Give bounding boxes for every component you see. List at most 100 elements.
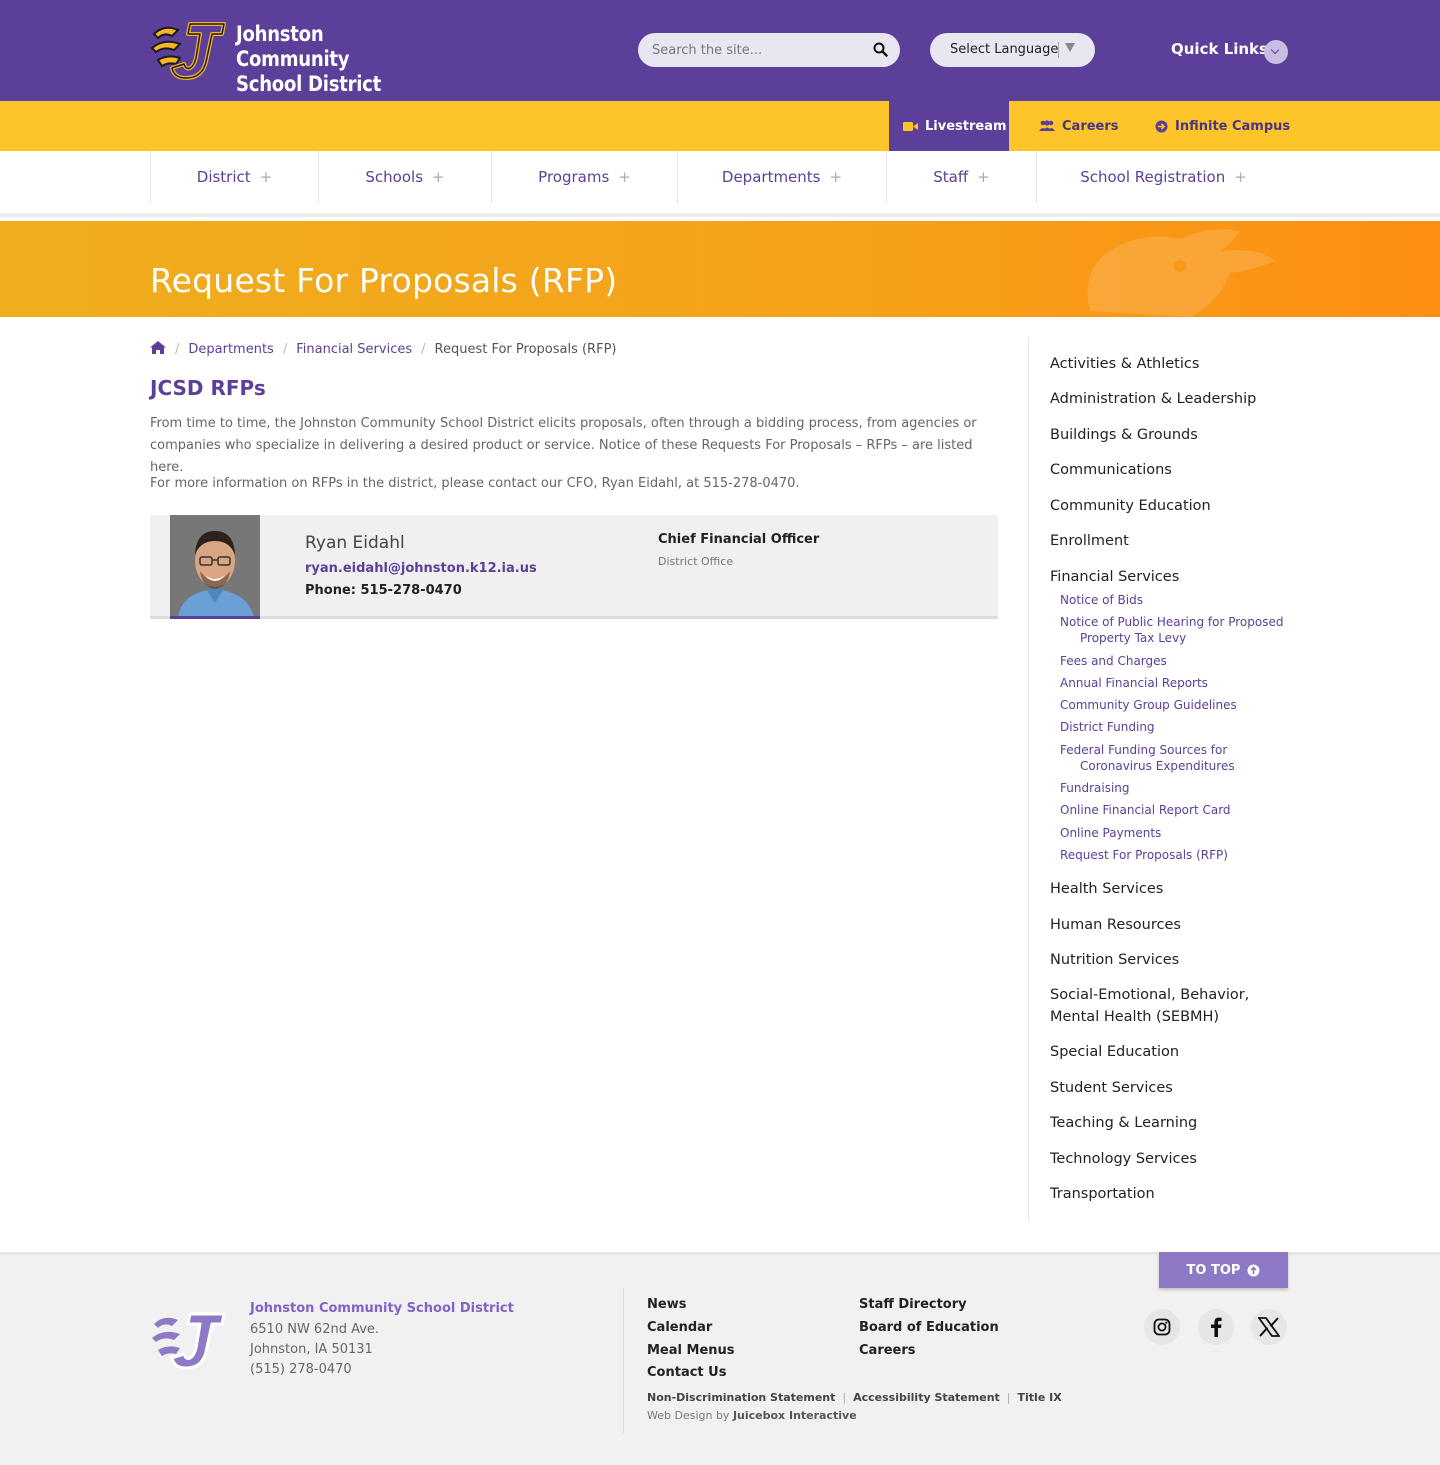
sidebar-item-nutrition-services[interactable]: Nutrition Services [1050, 949, 1295, 971]
staff-email-link[interactable]: ryan.eidahl@johnston.k12.ia.us [305, 561, 537, 576]
infinite-campus-link[interactable]: Infinite Campus [1155, 101, 1290, 151]
sidebar-item-human-resources[interactable]: Human Resources [1050, 914, 1295, 936]
sidebar-item-sebmh[interactable]: Social-Emotional, Behavior, Mental Healt… [1050, 984, 1295, 1028]
sidebar-item-transportation[interactable]: Transportation [1050, 1183, 1295, 1205]
nav-item-schools[interactable]: Schools + [318, 151, 491, 203]
search-input[interactable] [652, 40, 867, 60]
sidebar-item-enrollment[interactable]: Enrollment [1050, 530, 1295, 552]
subitem-line: Notice of Public Hearing for Proposed [1060, 615, 1284, 629]
footer-link-meal-menus[interactable]: Meal Menus [647, 1343, 735, 1358]
sidebar-item-technology-services[interactable]: Technology Services [1050, 1148, 1295, 1170]
subitem-line: Fees and Charges [1060, 654, 1167, 668]
sidebar-subitem-federal-funding[interactable]: Federal Funding Sources for Coronavirus E… [1060, 742, 1290, 774]
nav-item-programs[interactable]: Programs + [491, 151, 677, 203]
credit-prefix: Web Design by [647, 1409, 730, 1422]
sidebar-item-administration-leadership[interactable]: Administration & Leadership [1050, 388, 1295, 410]
footer-phone[interactable]: (515) 278-0470 [250, 1362, 352, 1377]
main-nav: District + Schools + Programs + Departments… [0, 151, 1440, 217]
subitem-line: Federal Funding Sources for [1060, 743, 1228, 757]
nav-item-school-registration[interactable]: School Registration + [1036, 151, 1290, 203]
sidebar-nav: Activities & Athletics Administration & … [1028, 337, 1290, 1221]
nav-item-departments[interactable]: Departments + [677, 151, 886, 203]
footer-link-news[interactable]: News [647, 1297, 686, 1312]
sidebar-item-activities-athletics[interactable]: Activities & Athletics [1050, 353, 1295, 375]
sidebar-item-teaching-learning[interactable]: Teaching & Learning [1050, 1112, 1295, 1134]
subitem-line: District Funding [1060, 720, 1155, 734]
breadcrumb-departments[interactable]: Departments [188, 342, 273, 357]
legal-link-non-discrimination[interactable]: Non-Discrimination Statement [647, 1391, 835, 1404]
to-top-button[interactable]: TO TOP [1159, 1252, 1288, 1288]
infinite-campus-label: Infinite Campus [1175, 118, 1291, 134]
subitem-line: Annual Financial Reports [1060, 676, 1208, 690]
footer-link-careers[interactable]: Careers [859, 1343, 916, 1358]
facebook-icon[interactable] [1198, 1309, 1234, 1345]
sidebar-item-financial-services[interactable]: Financial Services [1050, 566, 1295, 588]
footer-link-staff-directory[interactable]: Staff Directory [859, 1297, 967, 1312]
breadcrumb: / Departments / Financial Services / Req… [150, 341, 616, 358]
plus-icon: + [259, 168, 273, 186]
district-logo[interactable]: Johnston Community School District [150, 20, 420, 96]
home-icon[interactable] [150, 341, 166, 358]
footer-link-calendar[interactable]: Calendar [647, 1320, 712, 1335]
subitem-line: Community Group Guidelines [1060, 698, 1237, 712]
sidebar-item-community-education[interactable]: Community Education [1050, 495, 1295, 517]
footer-link-contact-us[interactable]: Contact Us [647, 1365, 726, 1380]
nav-label: Staff [933, 168, 969, 186]
sidebar-subitem-fees-charges[interactable]: Fees and Charges [1060, 653, 1290, 669]
quick-links-label[interactable]: Quick Links [1171, 40, 1268, 58]
sidebar-item-special-education[interactable]: Special Education [1050, 1041, 1295, 1063]
breadcrumb-separator: / [282, 342, 288, 357]
plus-icon: + [977, 168, 990, 186]
careers-link[interactable]: Careers [1039, 101, 1119, 151]
instagram-icon[interactable] [1144, 1309, 1180, 1345]
sidebar-subitem-annual-financial-reports[interactable]: Annual Financial Reports [1060, 675, 1290, 691]
site-search [638, 33, 900, 67]
breadcrumb-financial-services[interactable]: Financial Services [296, 342, 412, 357]
sidebar-subitem-online-financial-report-card[interactable]: Online Financial Report Card [1060, 802, 1290, 818]
sidebar-subitem-online-payments[interactable]: Online Payments [1060, 825, 1290, 841]
sidebar-item-buildings-grounds[interactable]: Buildings & Grounds [1050, 424, 1295, 446]
subitem-line: Fundraising [1060, 781, 1130, 795]
sidebar-item-student-services[interactable]: Student Services [1050, 1077, 1295, 1099]
nav-item-staff[interactable]: Staff + [886, 151, 1036, 203]
sidebar-subitem-rfp[interactable]: Request For Proposals (RFP) [1060, 847, 1290, 863]
footer-logo[interactable] [150, 1308, 230, 1376]
chevron-down-icon[interactable] [1264, 40, 1288, 64]
staff-phone-link[interactable]: 515-278-0470 [361, 583, 462, 598]
subitem-line: Notice of Bids [1060, 593, 1143, 607]
footer-org-name[interactable]: Johnston Community School District [250, 1301, 514, 1316]
nav-item-district[interactable]: District + [150, 151, 318, 203]
sidebar-item-communications[interactable]: Communications [1050, 459, 1295, 481]
careers-label: Careers [1062, 118, 1119, 134]
credit-link[interactable]: Juicebox Interactive [733, 1409, 857, 1422]
legal-link-accessibility[interactable]: Accessibility Statement [853, 1391, 1000, 1404]
mascot-watermark-icon [1087, 229, 1275, 317]
legal-separator: | [842, 1391, 847, 1404]
dropdown-arrow-icon [1065, 43, 1075, 52]
legal-link-title-ix[interactable]: Title IX [1018, 1391, 1062, 1404]
livestream-link[interactable]: Livestream [889, 101, 1009, 151]
staff-name: Ryan Eidahl [305, 533, 405, 553]
sidebar-subitem-public-hearing[interactable]: Notice of Public Hearing for Proposed Pro… [1060, 614, 1290, 646]
video-camera-icon [903, 121, 918, 131]
language-select[interactable]: Select Language [930, 33, 1095, 67]
sidebar-subitem-notice-of-bids[interactable]: Notice of Bids [1060, 592, 1290, 608]
sidebar-item-health-services[interactable]: Health Services [1050, 878, 1295, 900]
x-icon[interactable] [1251, 1309, 1287, 1345]
phone-label: Phone: [305, 583, 356, 598]
subitem-line: Online Payments [1060, 826, 1162, 840]
language-select-label: Select Language [950, 42, 1059, 57]
staff-contact-card: Ryan Eidahl ryan.eidahl@johnston.k12.ia.… [150, 515, 998, 619]
sidebar-subitem-fundraising[interactable]: Fundraising [1060, 780, 1290, 796]
breadcrumb-current: Request For Proposals (RFP) [434, 342, 617, 357]
flaming-j-logo-icon [152, 1312, 226, 1370]
subitem-line-wrap: Coronavirus Expenditures [1080, 759, 1235, 773]
arrow-circle-up-icon [1247, 1264, 1260, 1276]
language-select-divider [1058, 42, 1059, 58]
footer-link-board-of-education[interactable]: Board of Education [859, 1320, 999, 1335]
sidebar-subitem-community-group-guidelines[interactable]: Community Group Guidelines [1060, 697, 1290, 713]
flaming-j-logo-icon [150, 22, 226, 80]
search-icon[interactable] [873, 42, 888, 61]
sidebar-subitem-district-funding[interactable]: District Funding [1060, 719, 1290, 735]
livestream-label: Livestream [925, 118, 1007, 134]
